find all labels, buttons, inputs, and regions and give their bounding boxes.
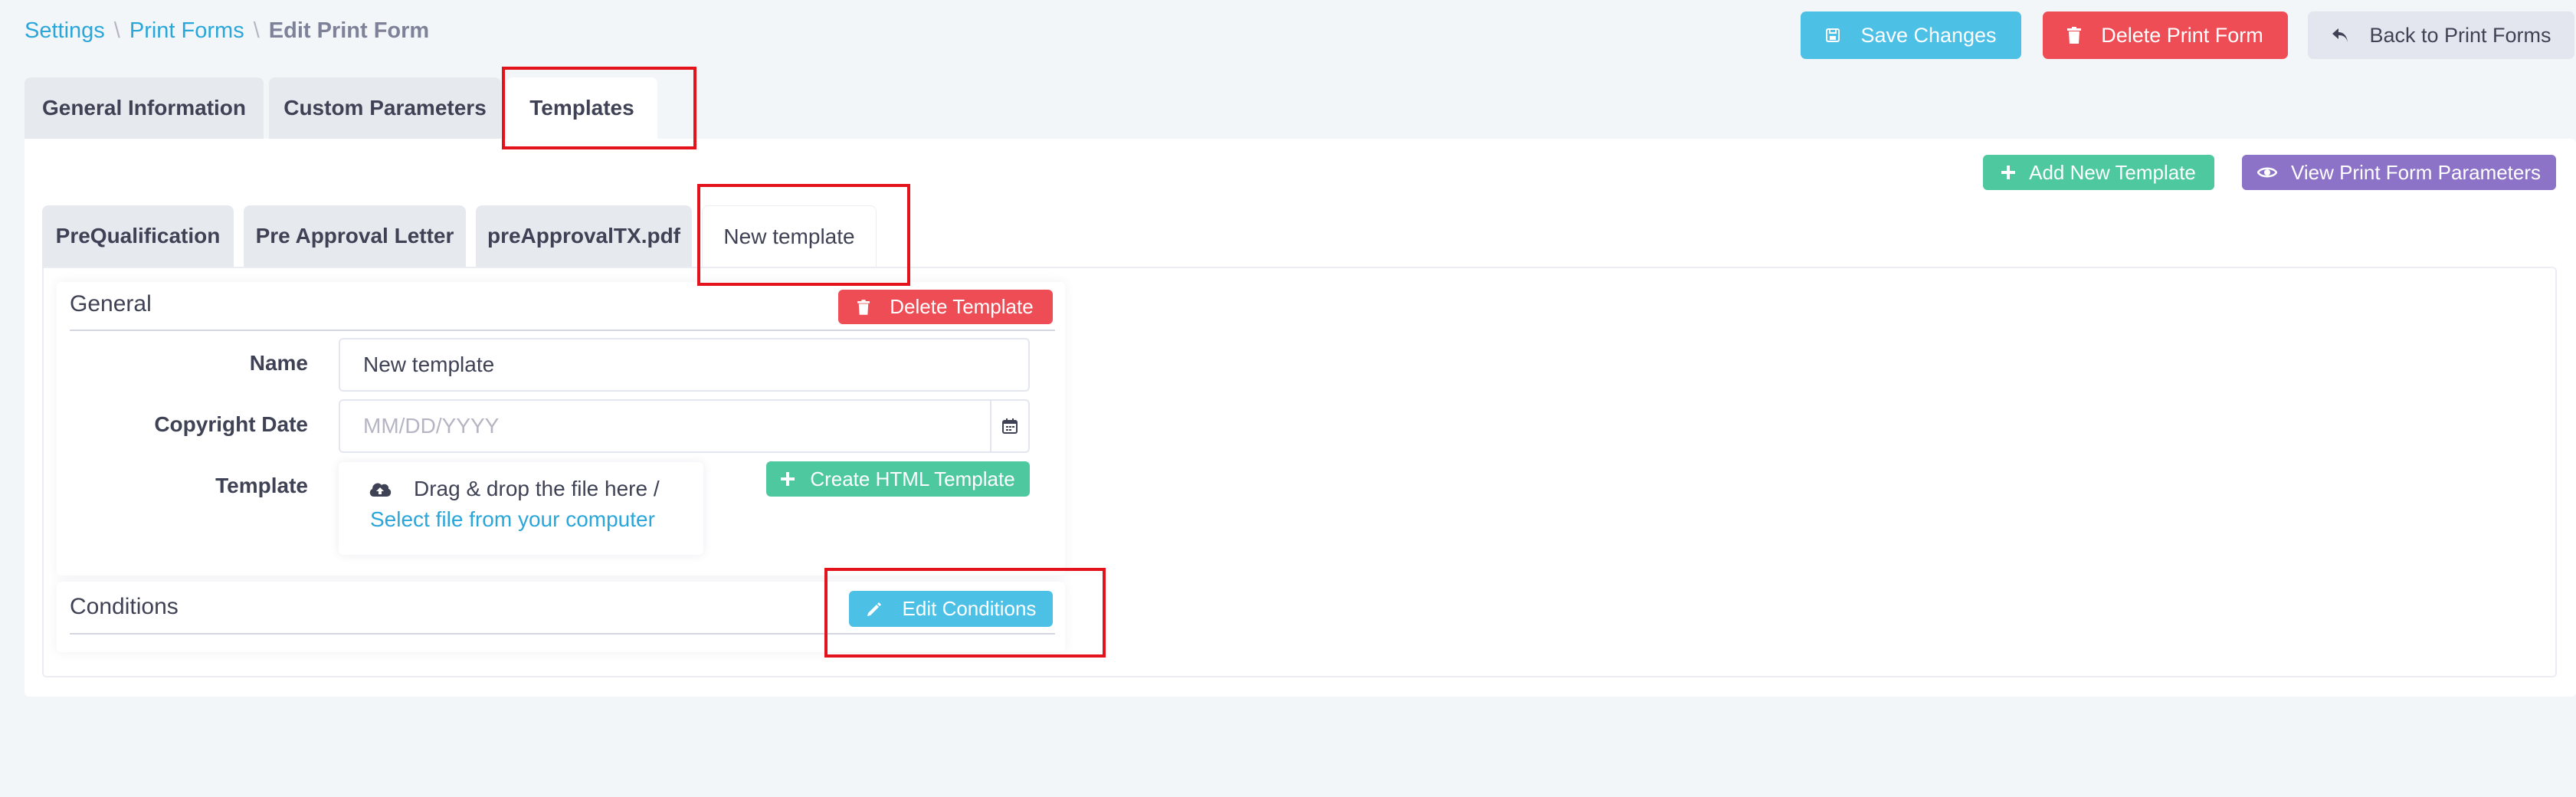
- highlight-box: [697, 184, 910, 286]
- add-new-template-button[interactable]: Add New Template: [1983, 155, 2214, 190]
- copyright-date-label: Copyright Date: [154, 412, 308, 436]
- template-tab-pre-approval-letter[interactable]: Pre Approval Letter: [244, 205, 466, 267]
- dropzone-instructions: Drag & drop the file here /: [368, 477, 660, 501]
- back-to-print-forms-button[interactable]: Back to Print Forms: [2308, 11, 2574, 59]
- save-changes-label: Save Changes: [1860, 23, 1997, 47]
- view-print-form-parameters-label: View Print Form Parameters: [2290, 160, 2542, 184]
- view-print-form-parameters-button[interactable]: View Print Form Parameters: [2242, 155, 2556, 190]
- breadcrumb-current: Edit Print Form: [268, 18, 430, 43]
- general-divider: [70, 330, 1055, 331]
- template-tab-prequalification[interactable]: PreQualification: [42, 205, 234, 267]
- breadcrumb-separator: \: [113, 18, 120, 43]
- template-label: Template: [215, 474, 308, 497]
- breadcrumb-separator: \: [253, 18, 260, 43]
- calendar-icon: [1001, 418, 1018, 435]
- tab-general-information[interactable]: General Information: [25, 77, 264, 139]
- create-html-template-label: Create HTML Template: [810, 467, 1015, 490]
- dropzone-text: Drag & drop the file here /: [414, 477, 660, 500]
- plus-icon: [2001, 166, 2016, 179]
- copyright-date-field[interactable]: MM/DD/YYYY: [339, 399, 991, 453]
- breadcrumb-print-forms-link[interactable]: Print Forms: [129, 18, 244, 44]
- breadcrumb: Settings \ Print Forms \ Edit Print Form: [25, 15, 429, 46]
- eye-icon: [2256, 166, 2277, 179]
- trash-icon: [857, 299, 870, 315]
- plus-icon: [781, 472, 795, 486]
- select-file-link[interactable]: Select file from your computer: [370, 507, 655, 532]
- create-html-template-button[interactable]: Create HTML Template: [766, 461, 1030, 497]
- general-section-title: General: [70, 291, 152, 317]
- delete-template-button[interactable]: Delete Template: [838, 290, 1053, 324]
- save-changes-button[interactable]: Save Changes: [1801, 11, 2021, 59]
- conditions-section-title: Conditions: [70, 594, 179, 619]
- name-label: Name: [249, 351, 308, 375]
- delete-print-form-button[interactable]: Delete Print Form: [2043, 11, 2288, 59]
- reply-arrow-icon: [2331, 27, 2349, 44]
- highlight-box: [824, 568, 1106, 658]
- trash-icon: [2067, 27, 2082, 44]
- tab-custom-parameters[interactable]: Custom Parameters: [269, 77, 501, 139]
- back-to-print-forms-label: Back to Print Forms: [2369, 23, 2551, 47]
- floppy-disk-icon: [1825, 28, 1840, 43]
- highlight-box: [502, 67, 696, 149]
- template-tab-preapprovaltx-pdf[interactable]: preApprovalTX.pdf: [476, 205, 692, 267]
- delete-print-form-label: Delete Print Form: [2101, 23, 2263, 47]
- delete-template-label: Delete Template: [890, 295, 1034, 318]
- calendar-button[interactable]: [990, 399, 1030, 453]
- name-field[interactable]: New template: [339, 338, 1030, 392]
- add-new-template-label: Add New Template: [2029, 160, 2196, 184]
- breadcrumb-settings-link[interactable]: Settings: [25, 18, 105, 44]
- cloud-upload-icon: [368, 480, 392, 498]
